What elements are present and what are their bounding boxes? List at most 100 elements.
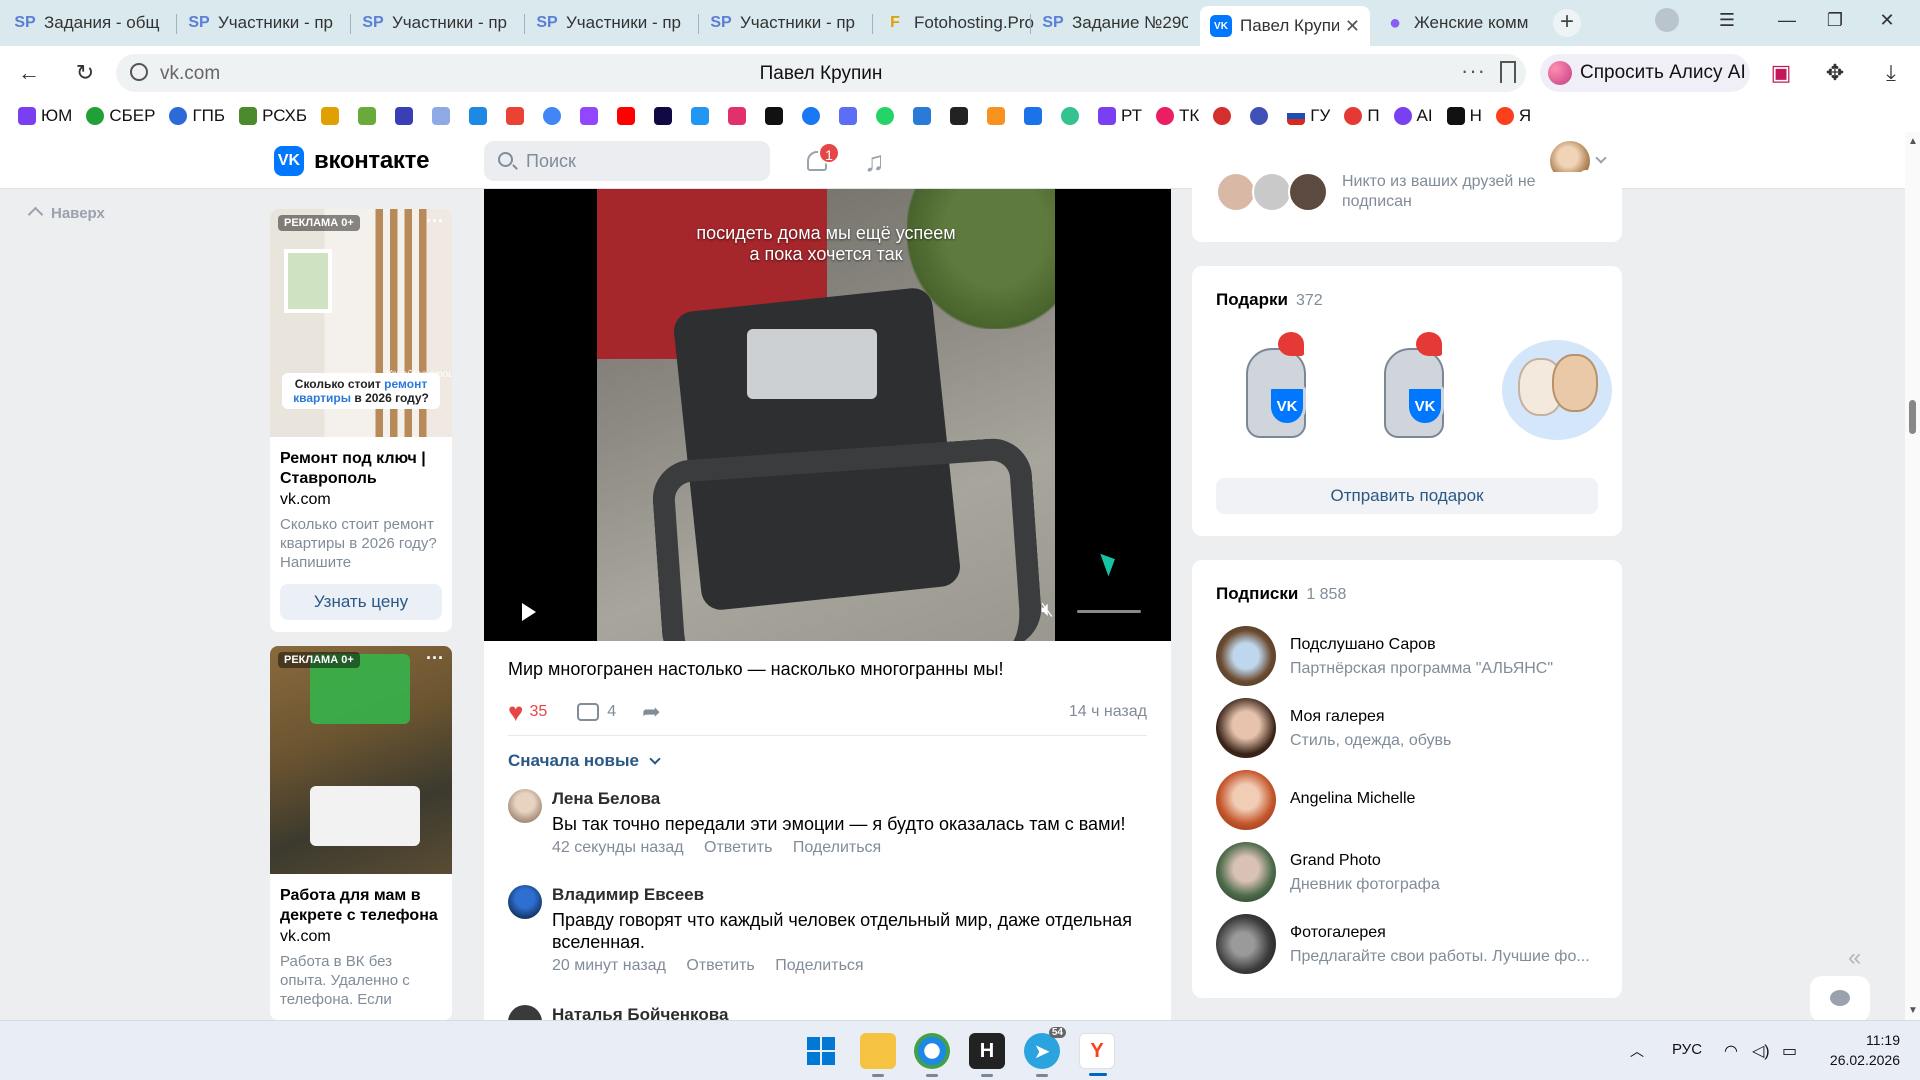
share-icon[interactable]: ➦: [642, 699, 660, 725]
subscription-name[interactable]: Grand Photo: [1290, 852, 1381, 870]
telegram-icon[interactable]: ➤ 54: [1024, 1027, 1066, 1077]
extensions-icon[interactable]: ✥: [1820, 58, 1850, 88]
bookmark-icon-blue[interactable]: [691, 107, 714, 125]
minimize-icon[interactable]: —: [1772, 10, 1802, 31]
tab-menu-icon[interactable]: ☰: [1712, 10, 1742, 31]
play-icon[interactable]: [522, 603, 536, 621]
address-bar[interactable]: vk.com Павел Крупин ···: [116, 54, 1526, 92]
bookmark-icon-gerb[interactable]: [1250, 107, 1273, 125]
browser-app-icon[interactable]: [914, 1033, 950, 1077]
h-app-icon[interactable]: H: [969, 1033, 1005, 1077]
wifi-icon[interactable]: ◠: [1724, 1041, 1738, 1061]
bookmark-icon-gmail[interactable]: [506, 107, 529, 125]
comment-icon[interactable]: [577, 703, 600, 721]
ad-card-1[interactable]: РЕКЛАМА 0+ ··· Сколько стоит ремонт квар…: [270, 209, 452, 632]
subscription-item[interactable]: Моя галерея Стиль, одежда, обувь: [1216, 698, 1606, 758]
collapse-icon[interactable]: «: [1848, 944, 1861, 972]
bookmark-icon-twitch[interactable]: [580, 107, 603, 125]
avatar[interactable]: [508, 885, 542, 919]
scrollbar-thumb[interactable]: [1909, 400, 1916, 434]
avatar[interactable]: [508, 1005, 542, 1020]
bookmark-rshb[interactable]: РСХБ: [239, 106, 307, 126]
bookmark-icon-rutube[interactable]: [654, 107, 677, 125]
bookmark-icon-sp[interactable]: [432, 107, 455, 125]
subscription-name[interactable]: Подслушано Саров: [1290, 636, 1436, 654]
chevron-down-icon[interactable]: [1595, 152, 1607, 164]
bookmark-icon-tiktok[interactable]: [765, 107, 788, 125]
more-options-icon[interactable]: ···: [426, 648, 444, 669]
tab-6[interactable]: F Fotohosting.Pro: [874, 6, 1044, 40]
bookmark-icon[interactable]: [1500, 61, 1516, 83]
bookmark-icon-plus[interactable]: [950, 107, 973, 125]
back-to-top-link[interactable]: Наверх: [30, 205, 105, 222]
restore-icon[interactable]: ❐: [1820, 10, 1850, 31]
system-clock[interactable]: 11:19 26.02.2026: [1820, 1030, 1900, 1070]
share-link[interactable]: Поделиться: [793, 839, 881, 856]
music-icon[interactable]: ♫: [864, 146, 885, 178]
ad-title[interactable]: Ремонт под ключ | Ставрополь: [280, 449, 442, 489]
reply-link[interactable]: Ответить: [704, 839, 772, 856]
tab-1[interactable]: SP Задания - общ: [4, 6, 174, 40]
subscription-item[interactable]: Фотогалерея Предлагайте свои работы. Луч…: [1216, 914, 1606, 974]
bookmark-rt[interactable]: РТ: [1098, 106, 1142, 126]
profile-icon[interactable]: [1655, 8, 1679, 32]
avatar[interactable]: [1216, 698, 1276, 758]
scroll-down-icon[interactable]: ▼: [1908, 1005, 1918, 1016]
tab-7[interactable]: SP Задание №290: [1032, 6, 1198, 40]
more-options-icon[interactable]: ···: [426, 211, 444, 232]
bookmark-yum[interactable]: ЮМ: [18, 106, 72, 126]
scroll-up-icon[interactable]: ▲: [1908, 136, 1918, 147]
subscription-item[interactable]: Angelina Michelle: [1216, 770, 1606, 830]
chevron-up-icon[interactable]: ︿: [1630, 1041, 1644, 1061]
file-explorer-icon[interactable]: [860, 1033, 896, 1077]
battery-icon[interactable]: ▭: [1782, 1041, 1797, 1061]
friend-avatar[interactable]: [1216, 172, 1256, 212]
friend-avatar[interactable]: [1288, 172, 1328, 212]
search-input[interactable]: Поиск: [484, 141, 770, 181]
bookmark-icon-messenger[interactable]: [839, 107, 862, 125]
bookmark-icon-red[interactable]: [1213, 107, 1236, 125]
subscription-item[interactable]: Grand Photo Дневник фотографа: [1216, 842, 1606, 902]
comment-time[interactable]: 20 минут назад: [552, 957, 666, 974]
bookmark-n[interactable]: Н: [1446, 106, 1482, 126]
bookmark-icon-instagram[interactable]: [728, 107, 751, 125]
send-gift-button[interactable]: Отправить подарок: [1216, 478, 1598, 514]
bookmark-icon-youtube[interactable]: [617, 107, 640, 125]
share-link[interactable]: Поделиться: [775, 957, 863, 974]
subscription-item[interactable]: Подслушано Саров Партнёрская программа "…: [1216, 626, 1606, 686]
bookmark-icon-f[interactable]: [321, 107, 344, 125]
comment-author[interactable]: Лена Белова: [552, 789, 660, 809]
start-button[interactable]: [803, 1033, 839, 1069]
comment-sort-dropdown[interactable]: Сначала новые: [508, 751, 659, 771]
post-time[interactable]: 14 ч назад: [1069, 703, 1147, 721]
bookmark-icon-facebook[interactable]: [802, 107, 825, 125]
ad-cta-button[interactable]: Узнать цену: [280, 584, 442, 620]
gift-knight[interactable]: VK: [1354, 328, 1474, 448]
gifts-header[interactable]: Подарки 372: [1216, 290, 1323, 310]
page-scrollbar[interactable]: ▲ ▼: [1905, 132, 1920, 1020]
gift-otters[interactable]: [1496, 328, 1616, 448]
language-indicator[interactable]: РУС: [1672, 1041, 1702, 1058]
avatar[interactable]: [1216, 842, 1276, 902]
tab-2[interactable]: SP Участники - пр: [178, 6, 348, 40]
ad-image[interactable]: РЕКЛАМА 0+ ··· Сколько стоит ремонт квар…: [270, 209, 452, 437]
bookmark-sber[interactable]: СБЕР: [86, 106, 155, 126]
avatar[interactable]: [508, 789, 542, 823]
bookmark-icon-dots[interactable]: [1061, 107, 1084, 125]
bookmark-icon-sf[interactable]: [358, 107, 381, 125]
ad-image[interactable]: РЕКЛАМА 0+ ···: [270, 646, 452, 874]
video-player[interactable]: посидеть дома мы ещё успеем а пока хочет…: [484, 189, 1171, 641]
bookmark-gpb[interactable]: ГПБ: [169, 106, 225, 126]
tab-4[interactable]: SP Участники - пр: [526, 6, 696, 40]
notifications-button[interactable]: 1: [804, 142, 840, 176]
bookmark-icon-whatsapp[interactable]: [876, 107, 899, 125]
bookmark-icon-shield[interactable]: [395, 107, 418, 125]
back-arrow-icon[interactable]: ←: [14, 58, 44, 88]
tab-3[interactable]: SP Участники - пр: [352, 6, 522, 40]
bookmark-icon-ok[interactable]: [987, 107, 1010, 125]
friend-avatar[interactable]: [1252, 172, 1292, 212]
comment-time[interactable]: 42 секунды назад: [552, 839, 684, 856]
bookmark-gu[interactable]: ГУ: [1287, 106, 1330, 126]
messenger-button[interactable]: [1810, 976, 1870, 1022]
ad-title[interactable]: Работа для мам в декрете с телефона: [280, 886, 442, 926]
